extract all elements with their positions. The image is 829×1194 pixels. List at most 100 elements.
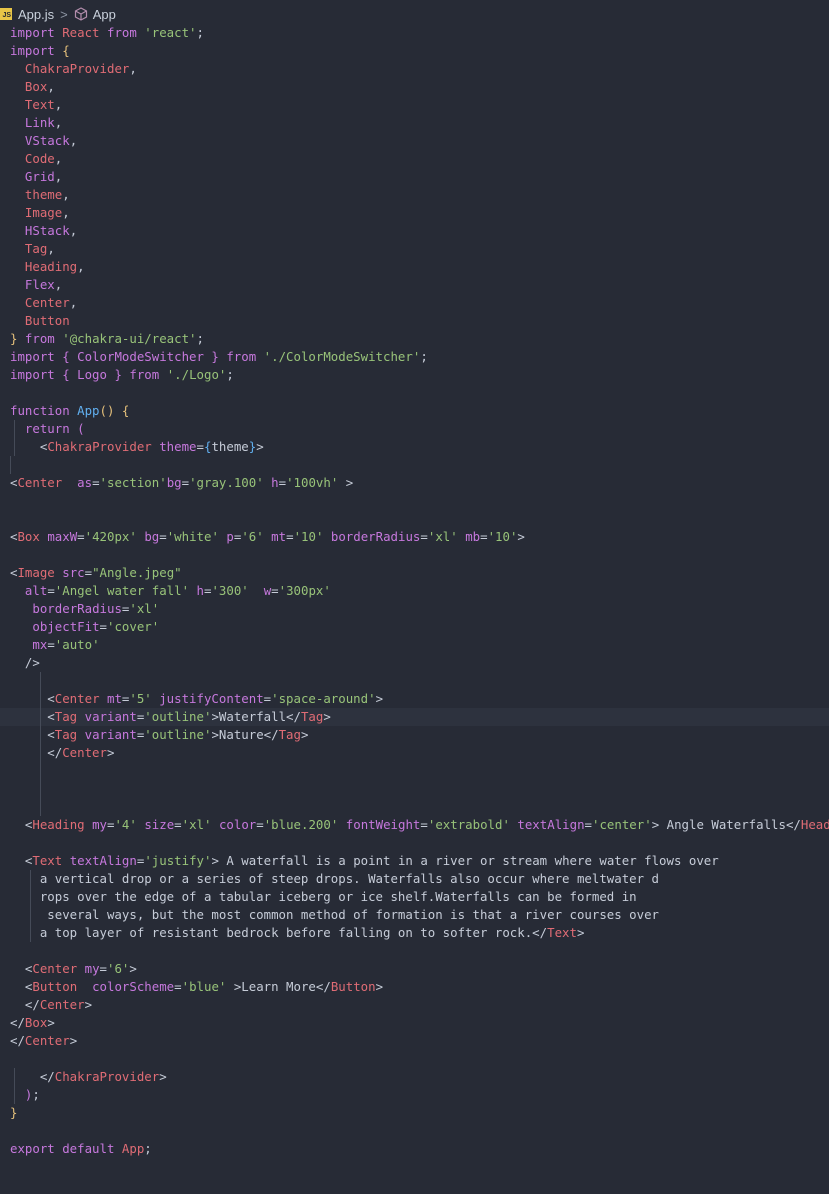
code-token: =: [174, 979, 182, 994]
code-line[interactable]: [0, 1122, 829, 1140]
code-line[interactable]: [0, 1050, 829, 1068]
code-line[interactable]: [0, 546, 829, 564]
code-line[interactable]: Tag,: [0, 240, 829, 258]
code-token: borderRadius: [32, 601, 122, 616]
code-line[interactable]: [0, 798, 829, 816]
code-line[interactable]: <Center my='6'>: [0, 960, 829, 978]
code-line[interactable]: [0, 456, 829, 474]
code-line[interactable]: [0, 384, 829, 402]
code-line[interactable]: import {: [0, 42, 829, 60]
code-line[interactable]: VStack,: [0, 132, 829, 150]
code-token: '300px': [278, 583, 331, 598]
code-token: ColorModeSwitcher: [77, 349, 212, 364]
code-token: Button: [32, 979, 93, 994]
code-line[interactable]: <ChakraProvider theme={theme}>: [0, 438, 829, 456]
code-line[interactable]: <Tag variant='outline'>Waterfall</Tag>: [0, 708, 829, 726]
code-token: 'xl': [129, 601, 160, 616]
code-line[interactable]: [0, 492, 829, 510]
code-line[interactable]: <Text textAlign='justify'> A waterfall i…: [0, 852, 829, 870]
code-token: 'Angel water fall': [54, 583, 197, 598]
code-line[interactable]: [0, 942, 829, 960]
code-token: {: [62, 349, 78, 364]
code-token: maxW: [47, 529, 78, 544]
code-line[interactable]: HStack,: [0, 222, 829, 240]
code-token: =: [278, 475, 287, 490]
code-line[interactable]: alt='Angel water fall' h='300' w='300px': [0, 582, 829, 600]
code-token: </: [10, 1069, 55, 1084]
code-line[interactable]: theme,: [0, 186, 829, 204]
code-line[interactable]: Box,: [0, 78, 829, 96]
code-area[interactable]: import React from 'react'; import { Chakr…: [0, 24, 829, 1158]
code-line[interactable]: <Center mt='5' justifyContent='space-aro…: [0, 690, 829, 708]
code-line[interactable]: <Heading my='4' size='xl' color='blue.20…: [0, 816, 829, 834]
code-line[interactable]: } from '@chakra-ui/react';: [0, 330, 829, 348]
indent-guide: [30, 906, 31, 924]
code-line[interactable]: </ChakraProvider>: [0, 1068, 829, 1086]
code-line[interactable]: Flex,: [0, 276, 829, 294]
breadcrumb-symbol[interactable]: App: [93, 7, 116, 22]
code-line[interactable]: </Center>: [0, 996, 829, 1014]
code-line[interactable]: import { Logo } from './Logo';: [0, 366, 829, 384]
code-line[interactable]: </Center>: [0, 1032, 829, 1050]
code-line[interactable]: rops over the edge of a tabular iceberg …: [0, 888, 829, 906]
code-token: Image: [17, 565, 63, 580]
code-line[interactable]: Button: [0, 312, 829, 330]
code-line[interactable]: several ways, but the most common method…: [0, 906, 829, 924]
code-line[interactable]: <Box maxW='420px' bg='white' p='6' mt='1…: [0, 528, 829, 546]
code-line[interactable]: export default App;: [0, 1140, 829, 1158]
code-line[interactable]: Heading,: [0, 258, 829, 276]
code-line[interactable]: return (: [0, 420, 829, 438]
code-token: Center: [62, 745, 107, 760]
code-line[interactable]: <Button colorScheme='blue' >Learn More</…: [0, 978, 829, 996]
code-line[interactable]: />: [0, 654, 829, 672]
code-token: variant: [84, 709, 137, 724]
code-line[interactable]: }: [0, 1104, 829, 1122]
breadcrumb-file[interactable]: App.js: [18, 7, 54, 22]
code-line[interactable]: import React from 'react';: [0, 24, 829, 42]
code-editor[interactable]: JS App.js > App import React from 'react…: [0, 0, 829, 1194]
code-line[interactable]: </Box>: [0, 1014, 829, 1032]
code-token: (: [77, 421, 85, 436]
code-line[interactable]: <Center as='section'bg='gray.100' h='100…: [0, 474, 829, 492]
code-line[interactable]: [0, 762, 829, 780]
code-line[interactable]: a top layer of resistant bedrock before …: [0, 924, 829, 942]
code-line[interactable]: borderRadius='xl': [0, 600, 829, 618]
code-token: Image: [24, 205, 63, 220]
code-token: =: [84, 565, 93, 580]
code-line[interactable]: </Center>: [0, 744, 829, 762]
code-line[interactable]: mx='auto': [0, 636, 829, 654]
code-line[interactable]: [0, 834, 829, 852]
code-line[interactable]: function App() {: [0, 402, 829, 420]
code-line[interactable]: Grid,: [0, 168, 829, 186]
code-token: >: [129, 961, 137, 976]
code-token: <: [10, 979, 33, 994]
code-token: Center: [39, 997, 85, 1012]
code-token: import: [10, 349, 63, 364]
code-token: import: [10, 367, 63, 382]
code-token: 'gray.100': [189, 475, 272, 490]
code-line[interactable]: Code,: [0, 150, 829, 168]
code-token: rops over the edge of a tabular iceberg …: [10, 889, 637, 904]
code-line[interactable]: [0, 510, 829, 528]
code-token: HStack: [24, 223, 70, 238]
code-line[interactable]: [0, 672, 829, 690]
code-line[interactable]: Text,: [0, 96, 829, 114]
code-line[interactable]: <Tag variant='outline'>Nature</Tag>: [0, 726, 829, 744]
code-line[interactable]: Image,: [0, 204, 829, 222]
indent-guide: [40, 762, 41, 780]
indent-guide: [14, 438, 15, 456]
code-line[interactable]: <Image src="Angle.jpeg": [0, 564, 829, 582]
code-token: size: [144, 817, 175, 832]
code-token: =: [47, 637, 55, 652]
code-line[interactable]: ChakraProvider,: [0, 60, 829, 78]
code-line[interactable]: Center,: [0, 294, 829, 312]
code-line[interactable]: objectFit='cover': [0, 618, 829, 636]
code-line[interactable]: Link,: [0, 114, 829, 132]
code-line[interactable]: a vertical drop or a series of steep dro…: [0, 870, 829, 888]
code-line[interactable]: import { ColorModeSwitcher } from './Col…: [0, 348, 829, 366]
code-line[interactable]: );: [0, 1086, 829, 1104]
code-line[interactable]: [0, 780, 829, 798]
